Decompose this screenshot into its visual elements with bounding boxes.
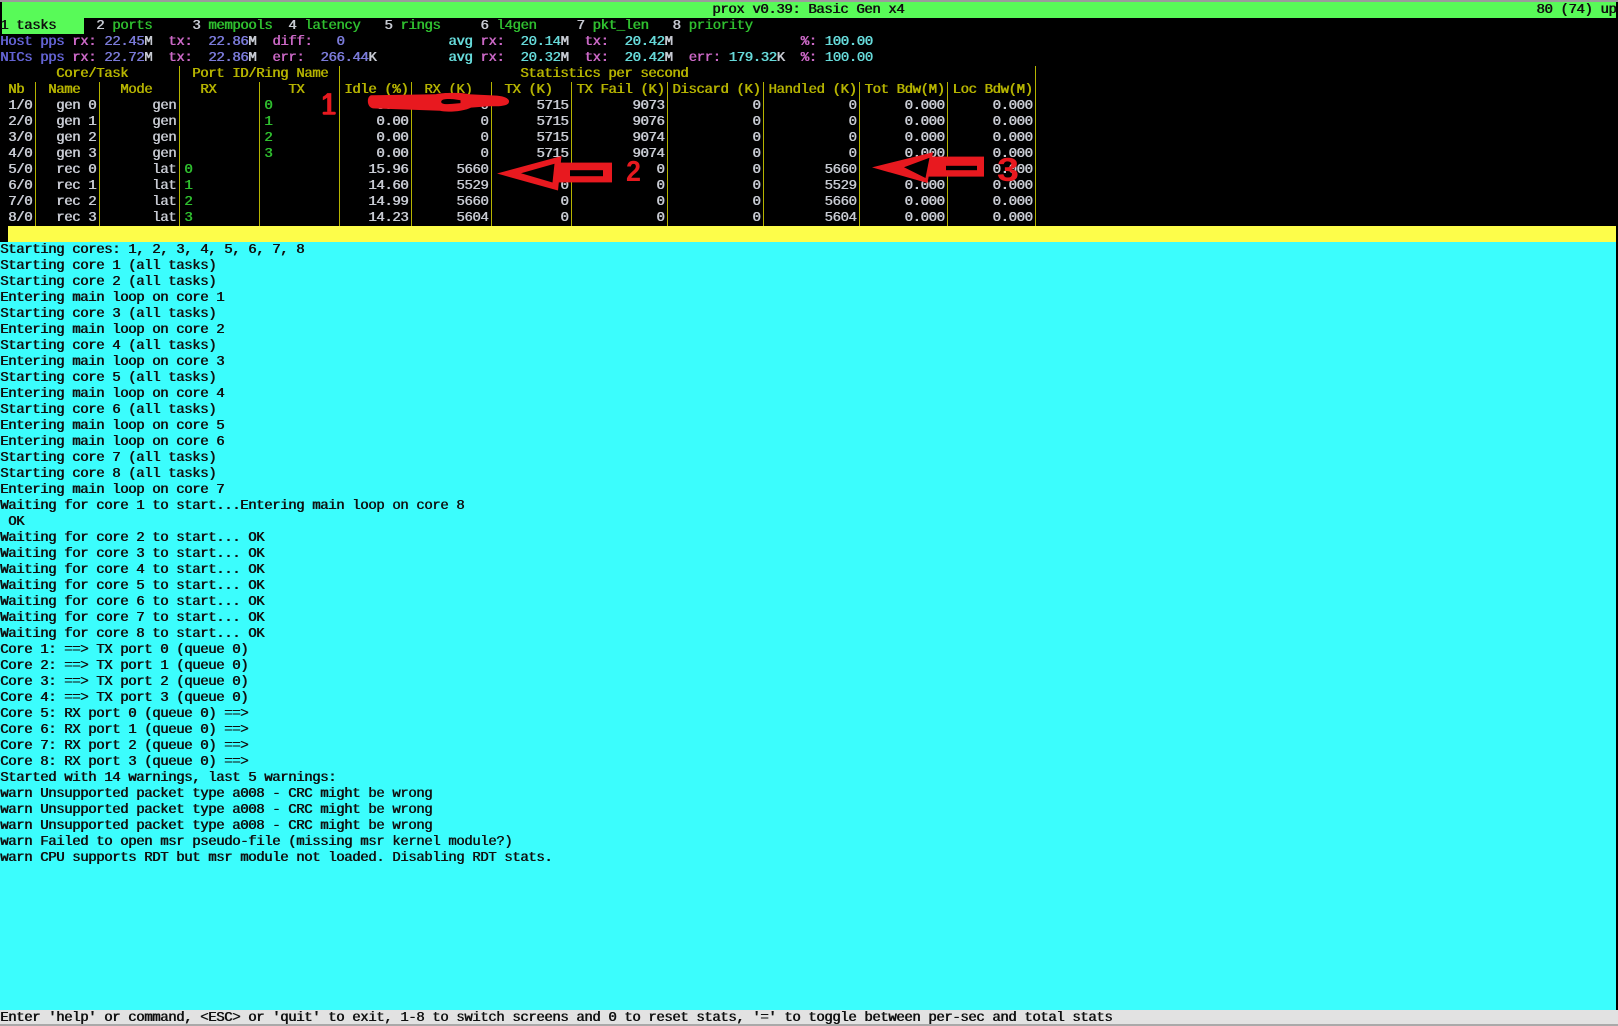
svg-text:2: 2	[626, 155, 641, 187]
svg-text:3: 3	[997, 151, 1019, 188]
